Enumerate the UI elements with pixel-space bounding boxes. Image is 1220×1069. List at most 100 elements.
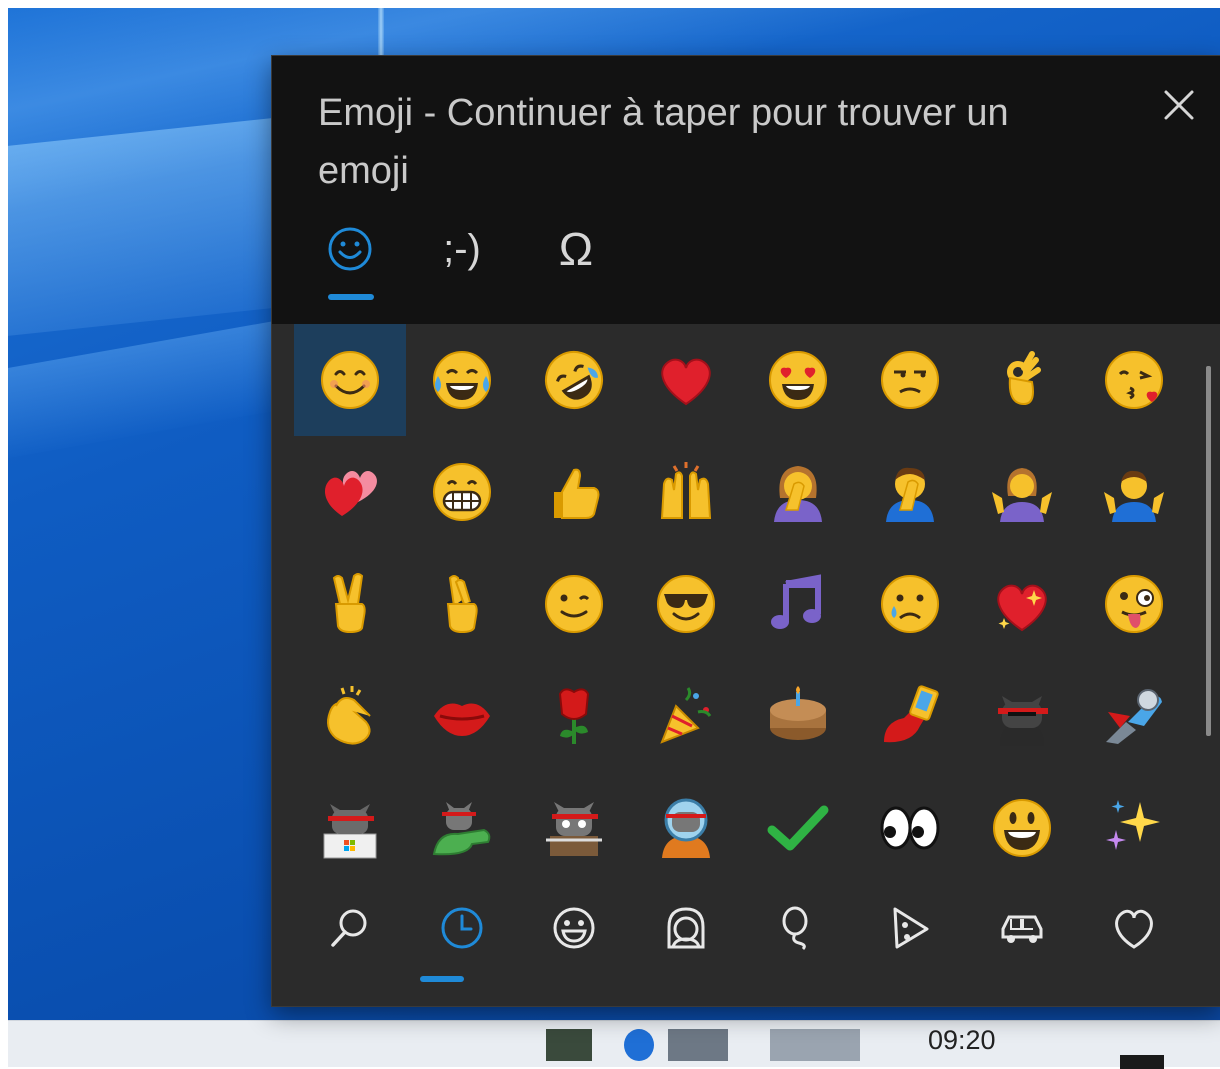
active-tab-indicator [328,294,374,300]
raised-hands-icon [660,462,712,519]
emoji-cell[interactable] [742,660,854,772]
emoji-cell[interactable] [1078,548,1190,660]
category-food[interactable] [854,892,966,964]
category-recent[interactable] [406,892,518,964]
party-popper-icon [660,687,712,744]
emoji-cell[interactable] [630,772,742,884]
kissing-heart-icon [1105,351,1163,409]
emoji-cell[interactable] [518,660,630,772]
zany-face-icon [1105,575,1163,633]
emoji-cell[interactable] [630,324,742,436]
smiling-face-icon [321,351,379,409]
sunglasses-face-icon [657,575,715,633]
emoji-cell[interactable] [406,660,518,772]
emoji-cell[interactable] [854,660,966,772]
clapping-hands-icon [327,686,371,745]
ninja-cat-icon [998,696,1048,746]
heart-eyes-icon [769,351,827,409]
emoji-cell[interactable] [294,436,406,548]
emoji-cell[interactable] [1078,772,1190,884]
emoji-cell[interactable] [854,548,966,660]
emoji-cell[interactable] [742,324,854,436]
taskbar-clock[interactable]: 09:20 [928,1025,996,1056]
eyes-icon [880,806,940,850]
emoji-cell[interactable] [854,436,966,548]
emoji-cell[interactable] [630,548,742,660]
balloon-icon [782,906,808,951]
tab-kaomoji[interactable]: ;-) [430,218,494,280]
stack-cat-icon [546,802,602,856]
close-button[interactable] [1156,82,1202,128]
tears-of-joy-icon [433,351,491,409]
emoji-cell[interactable] [966,772,1078,884]
notification-icon[interactable] [1120,1055,1164,1069]
emoji-cell[interactable] [1078,324,1190,436]
sparkles-icon [1106,800,1160,850]
car-icon [1001,915,1043,943]
two-hearts-icon [324,471,377,516]
emoji-cell[interactable] [406,548,518,660]
taskbar: 09:20 [8,1020,1220,1069]
crying-face-icon [881,575,939,633]
ok-hand-icon [1007,351,1041,406]
emoji-cell[interactable] [294,772,406,884]
emoji-cell[interactable] [966,436,1078,548]
category-celebration[interactable] [742,892,854,964]
emoji-cell[interactable] [966,324,1078,436]
hacker-cat-icon [323,804,377,859]
check-mark-icon [767,805,829,851]
close-icon [1164,90,1194,120]
man-facepalm-icon [886,467,934,522]
emoji-cell[interactable] [742,772,854,884]
emoji-cell[interactable] [294,324,406,436]
tray-app-icon[interactable] [546,1029,592,1061]
rose-icon [558,688,590,744]
emoji-cell[interactable] [406,324,518,436]
emoji-cell[interactable] [518,436,630,548]
emoji-cell[interactable] [294,548,406,660]
crossed-fingers-icon [446,575,478,634]
winking-face-icon [545,575,603,633]
emoji-cell[interactable] [518,324,630,436]
emoji-cell[interactable] [406,436,518,548]
emoji-cell[interactable] [742,436,854,548]
network-icon[interactable] [624,1029,654,1061]
tab-emoji[interactable] [318,218,382,280]
emoji-cell[interactable] [294,660,406,772]
active-category-indicator [420,976,464,982]
category-search[interactable] [294,892,406,964]
volume-icon[interactable] [668,1029,728,1061]
emoji-grid [294,324,1190,884]
emoji-cell[interactable] [518,548,630,660]
emoji-cell[interactable] [854,324,966,436]
scrollbar[interactable] [1206,366,1211,736]
selfie-icon [884,685,939,743]
musical-notes-icon [771,574,821,629]
victory-hand-icon [332,573,366,634]
grinning-face-icon [993,799,1051,857]
category-people[interactable] [630,892,742,964]
emoji-cell[interactable] [518,772,630,884]
emoji-cell[interactable] [966,548,1078,660]
emoji-cell[interactable] [854,772,966,884]
emoji-cell[interactable] [966,660,1078,772]
heart-icon [1115,909,1153,949]
sparkling-heart-icon [997,584,1047,632]
smiley-outline-icon [328,227,372,271]
category-smileys[interactable] [518,892,630,964]
emoji-cell[interactable] [630,660,742,772]
emoji-cell[interactable] [630,436,742,548]
clock-icon [441,907,483,949]
category-symbols[interactable] [1078,892,1190,964]
emoji-cell[interactable] [1078,436,1190,548]
emoji-cell[interactable] [406,772,518,884]
unamused-face-icon [881,351,939,409]
kiss-lips-icon [434,703,490,736]
emoji-cell[interactable] [1078,660,1190,772]
search-icon [331,909,367,947]
category-travel[interactable] [966,892,1078,964]
tab-symbols[interactable]: Ω [544,218,608,280]
emoji-cell[interactable] [742,548,854,660]
smiley-icon [553,907,595,949]
language-indicator[interactable] [770,1029,860,1061]
